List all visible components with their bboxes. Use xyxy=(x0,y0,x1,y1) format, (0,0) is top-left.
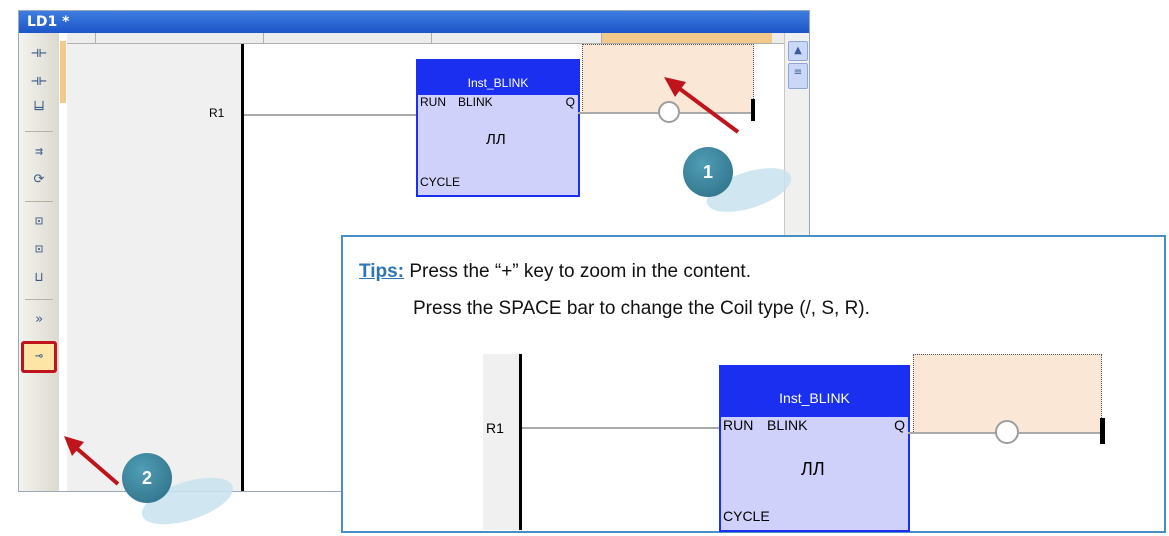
tips-text-1: Press the “+” key to zoom in the content… xyxy=(409,261,751,282)
block-after-icon[interactable]: ⊡ xyxy=(25,237,53,263)
arrow-icon[interactable]: » xyxy=(25,307,53,333)
callout-badge-2: 2 xyxy=(122,453,172,503)
tips-box: Tips: Press the “+” key to zoom in the c… xyxy=(341,235,1166,533)
contact-label: R1 xyxy=(209,106,225,120)
ladder-toolbar: ⊣⊢ ⊣⊢ ╘╛ ⇉ ⟳ ⊡ ⊡ ⊔ » ⊸ xyxy=(19,33,60,491)
zoomed-rung-line xyxy=(908,432,996,434)
contact-after-icon[interactable]: ⊣⊢ xyxy=(25,69,53,95)
zoomed-rung-line xyxy=(522,427,719,429)
zoomed-power-rail xyxy=(519,354,522,530)
rung-line xyxy=(244,114,416,116)
block-before-icon[interactable]: ⊡ xyxy=(25,209,53,235)
block-output-q: Q xyxy=(565,95,575,109)
zoomed-block-instance-name: Inst_BLINK xyxy=(721,367,908,417)
zoomed-coil xyxy=(995,420,1019,444)
callout-arrow-1 xyxy=(664,77,740,134)
zoomed-function-block: Inst_BLINK RUN BLINK Q ЛЛ CYCLE xyxy=(719,365,910,532)
zoomed-left-pane xyxy=(483,354,521,530)
callout-badge-1: 1 xyxy=(683,147,733,197)
window-title: LD1 * xyxy=(19,11,809,33)
callout-arrow-2 xyxy=(64,436,120,486)
parallel-contact-icon[interactable]: ╘╛ xyxy=(25,97,53,123)
block-type: BLINK xyxy=(458,95,493,109)
zoomed-blink-symbol-icon: ЛЛ xyxy=(801,459,825,479)
block-input-run: RUN xyxy=(420,95,446,109)
block-input-cycle: CYCLE xyxy=(420,175,461,189)
tips-line-2: Press the SPACE bar to change the Coil t… xyxy=(413,298,870,319)
parallel-block-icon[interactable]: ⊔ xyxy=(25,265,53,291)
coil-icon[interactable]: ⊸ xyxy=(21,341,57,373)
zoomed-rung-line xyxy=(1019,432,1100,434)
jump-icon[interactable]: ⇉ xyxy=(25,139,53,165)
zoomed-block-input-run: RUN xyxy=(723,417,754,433)
scroll-up-icon[interactable]: ▲ xyxy=(788,41,808,61)
zoomed-block-input-cycle: CYCLE xyxy=(723,508,770,524)
tips-line-1: Tips: Press the “+” key to zoom in the c… xyxy=(359,261,751,283)
tips-label: Tips: xyxy=(359,261,405,282)
scroll-thumb[interactable]: ≡ xyxy=(788,63,808,89)
right-rail xyxy=(751,99,755,121)
toolbar-divider xyxy=(25,201,53,202)
function-block[interactable]: Inst_BLINK RUN BLINK Q ЛЛ CYCLE xyxy=(416,59,580,197)
toolbar-divider xyxy=(25,299,53,300)
toolbar-divider xyxy=(25,131,53,132)
power-rail xyxy=(241,44,244,491)
contact-before-icon[interactable]: ⊣⊢ xyxy=(25,41,53,67)
zoomed-block-output-q: Q xyxy=(894,417,905,433)
zoomed-block-type: BLINK xyxy=(767,417,808,433)
blink-symbol-icon: ЛЛ xyxy=(486,131,506,148)
row-highlight xyxy=(60,41,66,103)
zoomed-right-rail xyxy=(1100,418,1105,444)
block-instance-name: Inst_BLINK xyxy=(418,61,578,95)
column-header xyxy=(67,33,784,44)
row-gutter xyxy=(59,33,67,491)
zoomed-contact-label: R1 xyxy=(486,420,504,436)
return-icon[interactable]: ⟳ xyxy=(25,167,53,193)
